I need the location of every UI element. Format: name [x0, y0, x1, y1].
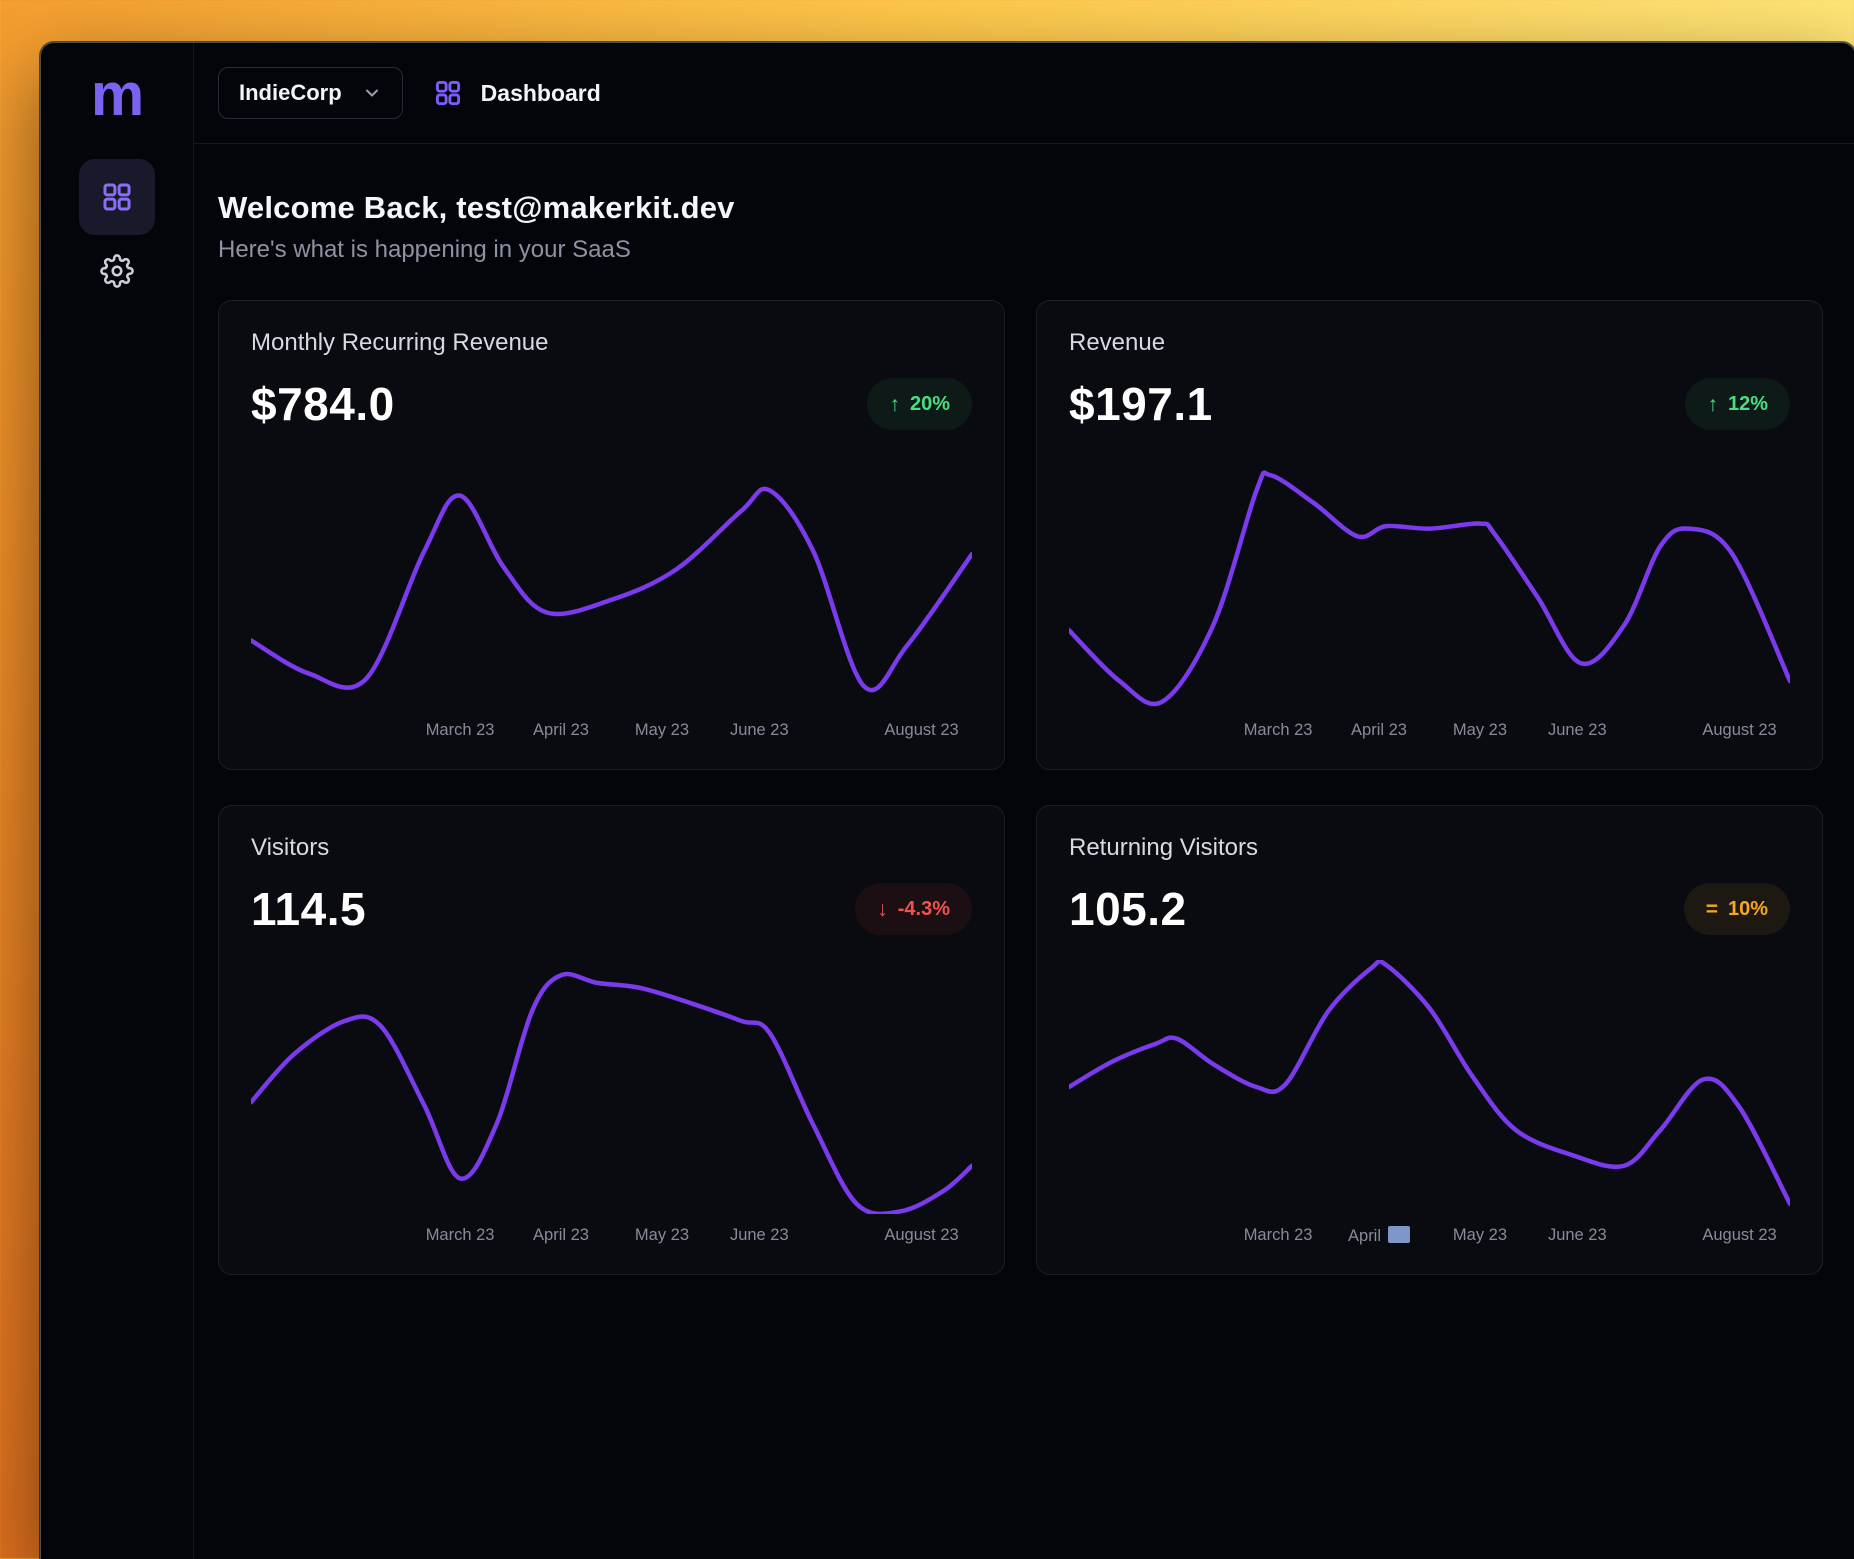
line-chart — [1069, 960, 1790, 1214]
trend-value: 12% — [1728, 393, 1768, 416]
x-axis-label: June 23 — [730, 721, 789, 740]
chart-x-axis-labels: March 23 April 23 May 23 June 23 August 23 — [251, 719, 972, 745]
grid-icon — [100, 180, 134, 214]
page-title: Dashboard — [481, 80, 601, 107]
desktop-wallpaper: { "brand": { "logo_letter": "m" }, "side… — [0, 0, 1854, 1558]
x-axis-label: August 23 — [1702, 721, 1776, 740]
trend-value: -4.3% — [898, 898, 950, 921]
x-axis-label: August 23 — [884, 721, 958, 740]
sidebar-item-dashboard[interactable] — [79, 159, 155, 235]
trend-value: 20% — [910, 393, 950, 416]
trend-value: 10% — [1728, 898, 1768, 921]
card-title: Monthly Recurring Revenue — [251, 329, 972, 357]
equals-icon: = — [1706, 899, 1718, 920]
chart-x-axis-labels: March 23 April 23 May 23 June 23 August 23 — [251, 1224, 972, 1250]
x-axis-label: April 23 — [533, 1226, 589, 1245]
sidebar-item-settings[interactable] — [79, 241, 155, 301]
line-chart — [1069, 455, 1790, 709]
card-title: Visitors — [251, 834, 972, 862]
sidebar: m — [41, 43, 194, 1559]
card-title: Revenue — [1069, 329, 1790, 357]
card-title: Returning Visitors — [1069, 834, 1790, 862]
metric-value: $784.0 — [251, 377, 395, 431]
x-axis-label: March 23 — [426, 1226, 495, 1245]
arrow-down-icon: ↓ — [877, 899, 888, 920]
x-axis-label: June 23 — [1548, 721, 1607, 740]
top-bar: IndieCorp Dashboard — [194, 43, 1854, 144]
workspace-name: IndieCorp — [239, 80, 342, 106]
x-axis-label: May 23 — [1453, 1226, 1507, 1245]
metric-card-returning-visitors: Returning Visitors 105.2 = 10% March 23 A… — [1036, 805, 1823, 1275]
line-chart — [251, 455, 972, 709]
metric-value: 114.5 — [251, 882, 366, 936]
line-chart — [251, 960, 972, 1214]
metric-card-visitors: Visitors 114.5 ↓ -4.3% March 23April 23M… — [218, 805, 1005, 1275]
selection-highlight-block — [1388, 1226, 1410, 1243]
x-axis-label: May 23 — [1453, 721, 1507, 740]
workspace-selector-button[interactable]: IndieCorp — [218, 67, 403, 119]
x-axis-label: May 23 — [635, 1226, 689, 1245]
x-axis-label: March 23 — [1244, 721, 1313, 740]
trend-badge: = 10% — [1684, 883, 1790, 935]
trend-badge: ↓ -4.3% — [855, 883, 972, 935]
x-axis-label: August 23 — [1702, 1226, 1776, 1245]
x-axis-label: June 23 — [1548, 1226, 1607, 1245]
x-axis-label: May 23 — [635, 721, 689, 740]
x-axis-label: June 23 — [730, 1226, 789, 1245]
dashboard-content: Welcome Back, test@makerkit.dev Here's w… — [194, 144, 1854, 1559]
gear-icon — [100, 254, 134, 288]
metric-value: 105.2 — [1069, 882, 1187, 936]
x-axis-label: April 23 — [533, 721, 589, 740]
chart-x-axis-labels: March 23 April May 23 June 23 August 23 — [1069, 1224, 1790, 1250]
trend-badge: ↑ 20% — [867, 378, 972, 430]
app-window: m IndieCorp — [40, 42, 1854, 1559]
metric-value: $197.1 — [1069, 377, 1213, 431]
metric-card-mrr: Monthly Recurring Revenue $784.0 ↑ 20% M… — [218, 300, 1005, 770]
x-axis-label: March 23 — [426, 721, 495, 740]
chart-x-axis-labels: March 23 April 23 May 23 June 23 August 23 — [1069, 719, 1790, 745]
welcome-heading: Welcome Back, test@makerkit.dev — [218, 190, 1823, 226]
arrow-up-icon: ↑ — [1707, 394, 1718, 415]
metric-card-revenue: Revenue $197.1 ↑ 12% March 23 April 23 May… — [1036, 300, 1823, 770]
x-axis-label: April — [1348, 1226, 1410, 1246]
arrow-up-icon: ↑ — [889, 394, 900, 415]
x-axis-label: August 23 — [884, 1226, 958, 1245]
metric-cards-grid: Monthly Recurring Revenue $784.0 ↑ 20% M… — [218, 300, 1823, 1275]
x-axis-label: April 23 — [1351, 721, 1407, 740]
grid-icon — [433, 78, 463, 108]
breadcrumb: Dashboard — [433, 78, 601, 108]
main-area: IndieCorp Dashboard Welcome Back — [194, 43, 1854, 1559]
chevron-down-icon — [362, 83, 382, 103]
trend-badge: ↑ 12% — [1685, 378, 1790, 430]
welcome-subheading: Here's what is happening in your SaaS — [218, 236, 1823, 264]
x-axis-label: March 23 — [1244, 1226, 1313, 1245]
brand-logo: m — [91, 65, 143, 125]
